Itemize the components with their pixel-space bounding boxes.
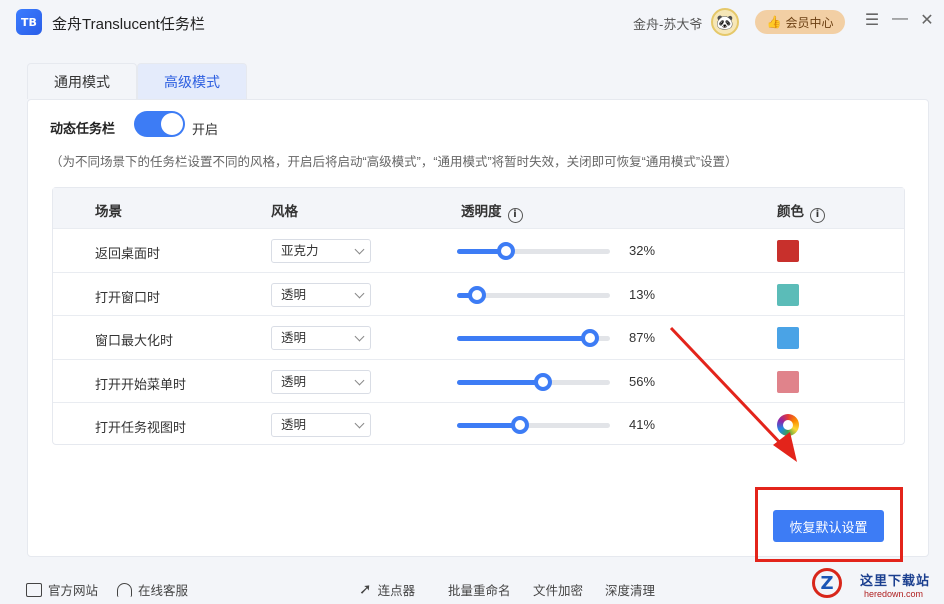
watermark-url: heredown.com (864, 589, 924, 599)
info-icon[interactable]: i (810, 208, 825, 223)
header-color: 颜色 i (777, 200, 825, 223)
table-row: 返回桌面时 亚克力 32% (53, 228, 904, 272)
dynamic-taskbar-label: 动态任务栏 (50, 121, 116, 136)
header-opacity: 透明度 i (461, 200, 523, 223)
info-icon[interactable]: i (507, 208, 523, 223)
deep-clean-link[interactable]: 深度清理 (605, 580, 655, 599)
online-service-label: 在线客服 (138, 584, 189, 598)
cursor-click-icon: ➚ (359, 581, 372, 598)
style-select[interactable]: 透明 (271, 282, 371, 307)
app-logo-icon: TB (16, 9, 42, 35)
style-select-value: 亚克力 (281, 244, 319, 258)
opacity-slider[interactable] (457, 416, 610, 434)
header-color-label: 颜色 (777, 204, 804, 219)
official-site-label: 官方网站 (48, 584, 99, 598)
slider-handle[interactable] (496, 242, 515, 260)
color-swatch[interactable] (777, 283, 799, 306)
opacity-value: 32% (629, 243, 656, 258)
scene-label: 打开窗口时 (95, 289, 161, 305)
user-name[interactable]: 金舟-苏大爷 (633, 14, 702, 33)
online-service-link[interactable]: 在线客服 (117, 580, 188, 599)
color-swatch[interactable] (777, 240, 799, 262)
watermark-text: 这里下载站 (860, 573, 931, 588)
opacity-value: 56% (629, 373, 656, 389)
opacity-value: 87% (629, 330, 656, 345)
tab-advanced-mode[interactable]: 高级模式 (137, 63, 247, 99)
thumbs-up-icon: 👍 (766, 15, 782, 29)
scene-label: 打开任务视图时 (95, 420, 187, 435)
chevron-down-icon (354, 418, 365, 429)
style-select[interactable]: 透明 (271, 369, 371, 394)
table-row: 打开任务视图时 透明 41% (53, 402, 904, 446)
opacity-value: 13% (629, 286, 656, 302)
opacity-slider[interactable] (457, 372, 610, 391)
scene-label: 窗口最大化时 (95, 333, 174, 348)
color-picker-icon[interactable] (777, 414, 799, 436)
scene-table: 场景 风格 透明度 i 颜色 i 返回桌面时 亚克力 32% 打开窗口时 透明 13… (52, 187, 905, 445)
mode-hint-text: （为不同场景下的任务栏设置不同的风格，开启后将启动“高级模式”，“通用模式”将暂… (50, 155, 738, 169)
color-swatch[interactable] (777, 370, 799, 393)
style-select[interactable]: 透明 (271, 413, 371, 437)
header-scene: 场景 (95, 204, 122, 219)
toggle-knob (161, 113, 183, 135)
style-select-value: 透明 (281, 331, 307, 345)
toggle-state-text: 开启 (192, 122, 219, 137)
slider-handle[interactable] (581, 329, 600, 347)
slider-handle[interactable] (510, 416, 529, 434)
monitor-icon (26, 582, 42, 597)
vip-center-label: 会员中心 (785, 15, 834, 30)
close-icon[interactable]: ✕ (918, 10, 936, 30)
clicker-label: 连点器 (377, 584, 416, 598)
chevron-down-icon (354, 331, 365, 342)
header-style: 风格 (271, 204, 298, 219)
title-bar: TB 金舟Translucent任务栏 金舟-苏大爷 🐼 👍 会员中心 ☰ — … (0, 0, 944, 44)
restore-defaults-button[interactable]: 恢复默认设置 (773, 510, 884, 542)
menu-icon[interactable]: ☰ (863, 10, 881, 30)
slider-handle[interactable] (467, 285, 486, 304)
opacity-slider[interactable] (457, 285, 610, 304)
file-encrypt-link[interactable]: 文件加密 (533, 580, 583, 599)
chevron-down-icon (354, 288, 365, 298)
vip-center-button[interactable]: 👍 会员中心 (755, 10, 845, 34)
minimize-icon[interactable]: — (891, 10, 909, 28)
style-select-value: 透明 (281, 287, 307, 302)
tab-normal-mode[interactable]: 通用模式 (27, 63, 137, 99)
color-swatch[interactable] (777, 327, 799, 349)
dynamic-taskbar-toggle[interactable] (134, 111, 185, 137)
slider-handle[interactable] (533, 372, 552, 391)
opacity-value: 41% (629, 417, 656, 432)
chevron-down-icon (354, 375, 365, 385)
table-row: 窗口最大化时 透明 87% (53, 315, 904, 359)
official-site-link[interactable]: 官方网站 (26, 580, 98, 599)
header-opacity-label: 透明度 (461, 204, 502, 219)
slider-fill (457, 336, 591, 341)
opacity-slider[interactable] (457, 329, 610, 347)
table-header: 场景 风格 透明度 i 颜色 i (53, 188, 904, 228)
opacity-slider[interactable] (457, 242, 610, 260)
clicker-link[interactable]: ➚ 连点器 (359, 580, 415, 599)
scene-label: 打开开始菜单时 (95, 376, 187, 392)
watermark: Z 这里下载站 heredown.com (808, 566, 944, 604)
style-select-value: 透明 (281, 374, 307, 389)
chevron-down-icon (354, 244, 365, 255)
slider-fill (457, 379, 543, 385)
watermark-logo-icon: Z (812, 568, 842, 598)
app-title: 金舟Translucent任务栏 (52, 16, 205, 33)
avatar[interactable]: 🐼 (711, 8, 739, 36)
table-row: 打开窗口时 透明 13% (53, 271, 904, 316)
headset-icon (117, 582, 132, 597)
style-select[interactable]: 亚克力 (271, 239, 371, 263)
style-select[interactable]: 透明 (271, 326, 371, 350)
table-row: 打开开始菜单时 透明 56% (53, 358, 904, 403)
batch-rename-link[interactable]: 批量重命名 (448, 580, 511, 599)
scene-label: 返回桌面时 (95, 246, 161, 261)
style-select-value: 透明 (281, 418, 307, 432)
